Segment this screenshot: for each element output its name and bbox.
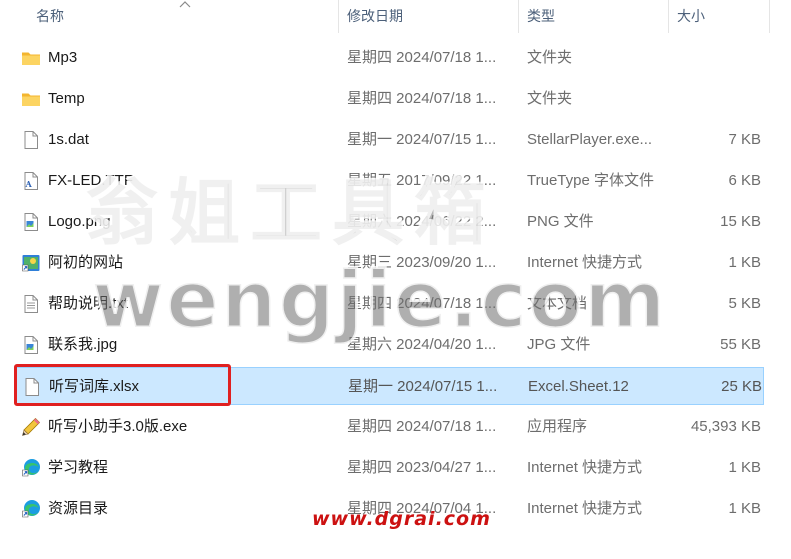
edge-shortcut-icon [21,458,41,478]
file-name: 1s.dat [48,131,89,148]
internet-shortcut-icon [21,253,41,273]
file-type: Internet 快捷方式 [527,500,643,517]
file-type: 文件夹 [527,49,573,66]
file-type: 应用程序 [527,418,588,435]
text-file-icon [21,294,41,314]
file-type: Excel.Sheet.12 [528,378,629,395]
folder-icon [21,48,41,68]
file-row[interactable]: Temp 星期四 2024/07/18 1... 文件夹 [16,80,764,118]
folder-icon [21,89,41,109]
file-row[interactable]: 学习教程 星期四 2023/04/27 1... Internet 快捷方式 1 KB [16,449,764,487]
file-type: 文件夹 [527,90,573,107]
file-size: 15 KB [720,213,761,230]
file-size: 45,393 KB [690,418,761,435]
file-explorer-list: 名称 修改日期 类型 大小 Mp3 星期四 2024/07/18 1... 文件夹 T… [0,0,791,559]
file-size: 1 KB [728,500,761,517]
file-size [669,39,761,77]
edge-shortcut-icon [21,499,41,519]
file-modified-date: 星期一 2024/07/15 1... [348,378,498,395]
file-size: 55 KB [720,336,761,353]
font-file-icon: A [21,171,41,191]
file-modified-date: 星期一 2024/07/15 1... [347,131,497,148]
file-name: Temp [48,90,85,107]
pencil-app-icon [21,417,41,437]
file-row[interactable]: 1s.dat 星期一 2024/07/15 1... StellarPlayer.e… [16,121,764,159]
file-modified-date: 星期四 2024/07/18 1... [347,418,497,435]
file-row[interactable]: Mp3 星期四 2024/07/18 1... 文件夹 [16,39,764,77]
file-row[interactable]: 听写小助手3.0版.exe 星期四 2024/07/18 1... 应用程序 45,3… [16,408,764,446]
file-type: TrueType 字体文件 [527,172,654,189]
file-type: StellarPlayer.exe... [527,131,653,148]
image-file-icon [21,212,41,232]
file-size: 7 KB [728,131,761,148]
file-type: Internet 快捷方式 [527,459,643,476]
file-name: 听写小助手3.0版.exe [48,418,188,435]
column-header-type[interactable]: 类型 [519,0,669,33]
file-name: 学习教程 [48,459,109,476]
vertical-scrollbar[interactable] [770,0,791,559]
file-modified-date: 星期四 2024/07/18 1... [347,90,497,107]
svg-text:A: A [25,179,33,189]
column-header-size[interactable]: 大小 [669,0,770,33]
file-size: 1 KB [728,254,761,271]
file-size: 5 KB [728,295,761,312]
file-name: Mp3 [48,49,78,66]
file-size: 1 KB [728,459,761,476]
image-file-icon [21,335,41,355]
file-modified-date: 星期四 2023/04/27 1... [347,459,497,476]
file-modified-date: 星期四 2024/07/18 1... [347,49,497,66]
column-header-date[interactable]: 修改日期 [339,0,519,33]
column-header-bar: 名称 修改日期 类型 大小 [0,0,770,33]
watermark-site: www.dgrai.com [312,508,491,530]
file-size: 25 KB [721,378,762,395]
file-type: PNG 文件 [527,213,594,230]
file-size [669,80,761,118]
file-size: 6 KB [728,172,761,189]
column-header-name[interactable]: 名称 [28,0,339,33]
file-name: 资源目录 [48,500,109,517]
highlight-annotation [14,364,231,406]
watermark-domain: wengjie.com [90,256,668,346]
file-icon [21,130,41,150]
watermark-cn: 翁姐工具箱 [84,171,497,255]
